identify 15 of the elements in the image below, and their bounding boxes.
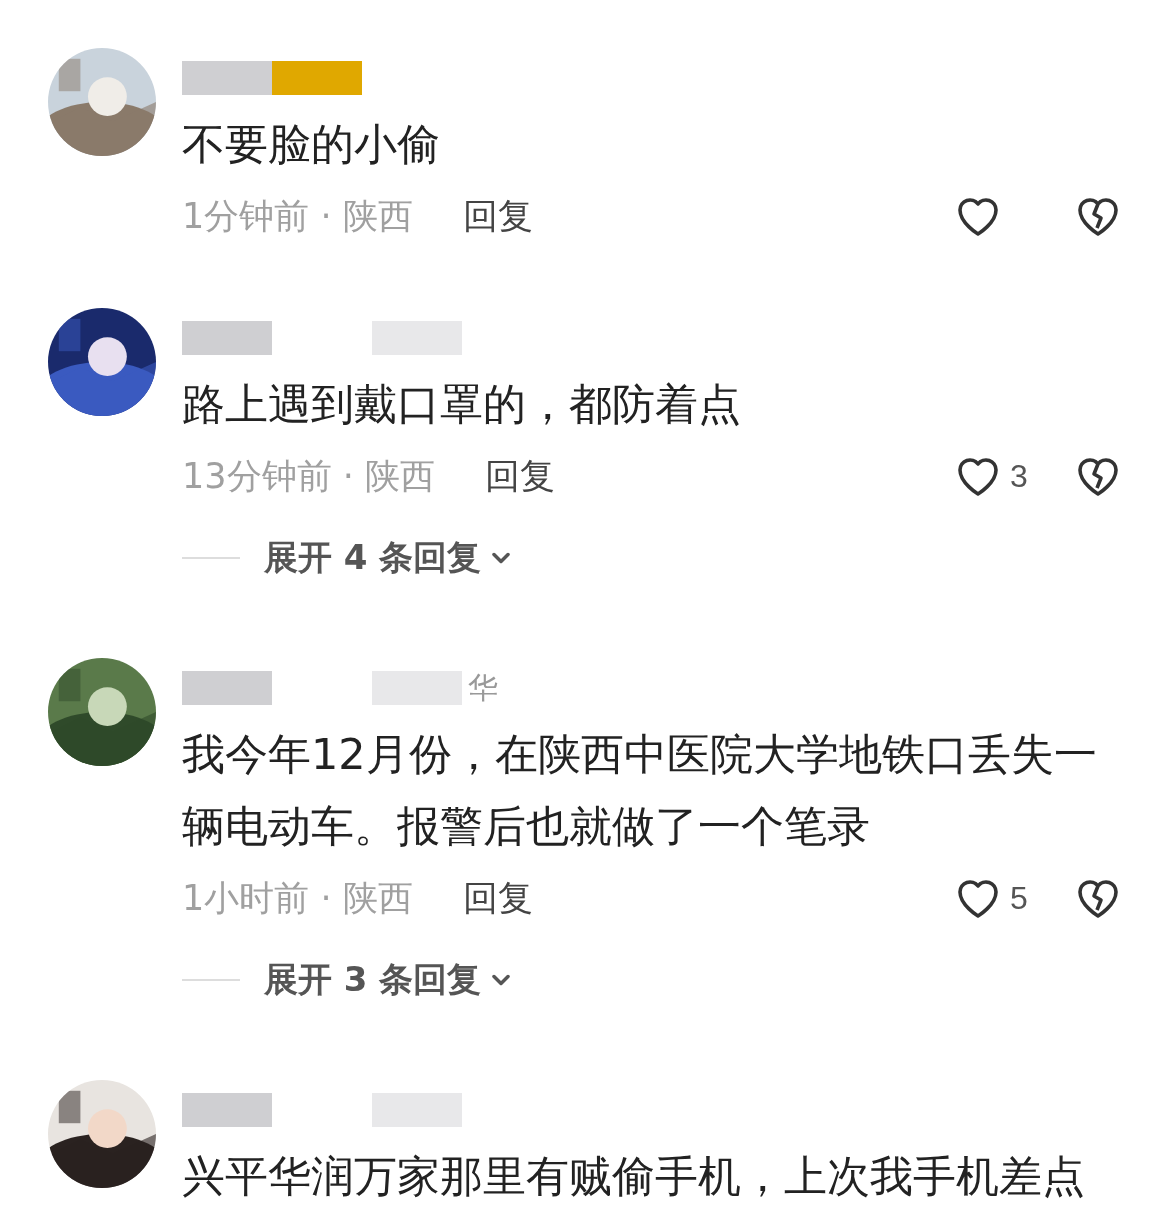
comment-text: 兴平华润万家那里有贼偷手机，上次我手机差点 bbox=[182, 1150, 1086, 1203]
like-button[interactable]: 5 bbox=[954, 876, 1036, 920]
reply-link[interactable]: 回复 bbox=[484, 452, 555, 500]
username-fragment: 华 bbox=[468, 668, 498, 707]
comment-time: 1小时前 · 陕西 bbox=[182, 876, 413, 920]
reply-link[interactable]: 回复 bbox=[462, 874, 533, 922]
comment-time: 1分钟前 · 陕西 bbox=[182, 194, 413, 238]
comment-time: 13分钟前 · 陕西 bbox=[182, 454, 435, 498]
like-button[interactable]: 3 bbox=[954, 454, 1036, 498]
comment-text: 我今年12月份，在陕西中医院大学地铁口丢失一辆电动车。报警后也就做了一个笔录 bbox=[182, 728, 1098, 853]
comment-text: 不要脸的小偷 bbox=[182, 118, 441, 171]
comment-text: 路上遇到戴口罩的，都防着点 bbox=[182, 378, 742, 431]
reply-link[interactable]: 回复 bbox=[462, 192, 533, 240]
expand-replies-button[interactable]: 展开 3 条回复 bbox=[264, 957, 516, 1003]
expand-replies-button[interactable]: 展开 4 条回复 bbox=[264, 535, 516, 581]
